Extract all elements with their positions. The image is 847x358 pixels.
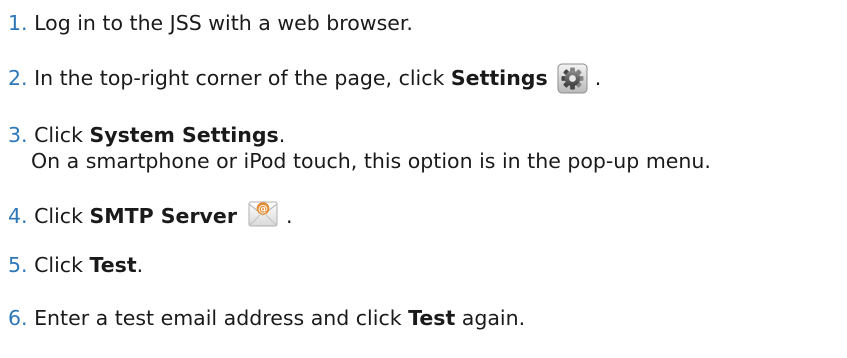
step-text: Click — [34, 204, 90, 228]
step-text: In the top-right corner of the page, cli… — [34, 66, 451, 90]
settings-label: Settings — [450, 66, 548, 90]
step-text: Log in to the JSS with a web browser. — [34, 11, 413, 35]
step-number: 3. — [8, 123, 28, 147]
step-text: Click — [34, 253, 90, 277]
step-6: 6. Enter a test email address and click … — [8, 305, 525, 331]
step-text: Click — [34, 123, 90, 147]
step-suffix: . — [278, 123, 286, 147]
step-suffix: . — [136, 253, 144, 277]
smtp-server-label: SMTP Server — [89, 204, 237, 228]
step-suffix: again. — [455, 306, 526, 330]
gear-icon — [557, 63, 588, 94]
step-number: 5. — [8, 253, 28, 277]
svg-text:@: @ — [258, 204, 268, 215]
mail-icon: @ — [247, 199, 279, 229]
step-text: Enter a test email address and click — [34, 306, 409, 330]
step-4: 4. Click SMTP Server @ . — [8, 199, 293, 229]
test-label: Test — [408, 306, 456, 330]
step-number: 2. — [8, 66, 28, 90]
step-note: On a smartphone or iPod touch, this opti… — [31, 149, 711, 173]
step-number: 4. — [8, 204, 28, 228]
step-1: 1. Log in to the JSS with a web browser. — [8, 10, 413, 36]
test-label: Test — [89, 253, 137, 277]
step-3: 3. Click System Settings. On a smartphon… — [8, 122, 711, 174]
step-5: 5. Click Test. — [8, 252, 143, 278]
step-number: 1. — [8, 11, 28, 35]
step-2: 2. In the top-right corner of the page, … — [8, 63, 601, 94]
system-settings-label: System Settings — [89, 123, 279, 147]
step-number: 6. — [8, 306, 28, 330]
step-suffix: . — [279, 204, 293, 228]
step-suffix: . — [588, 66, 602, 90]
